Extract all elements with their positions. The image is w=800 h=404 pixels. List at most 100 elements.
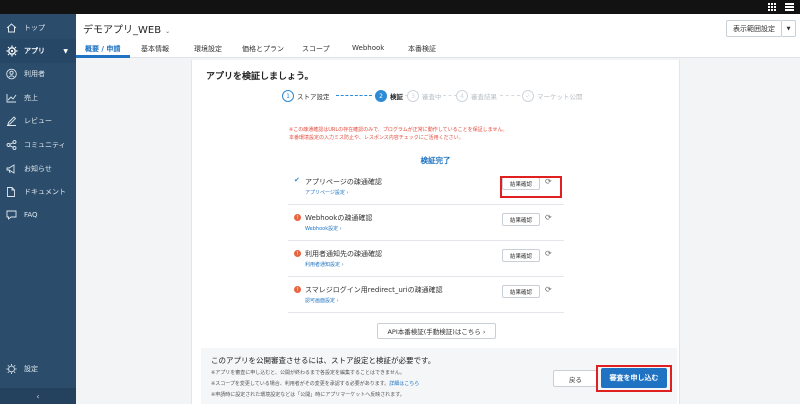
warning-line: 本番環境設定の入力ミス防止や、レスポンス内容チェックにご活用ください。 — [289, 135, 464, 141]
tab-environment[interactable]: 環境設定 — [194, 44, 222, 54]
sidebar-item-label: 利用者 — [24, 70, 45, 78]
tab-production-verification[interactable]: 本番検証 — [408, 44, 436, 54]
page-title[interactable]: デモアプリ_WEB ⌄ — [83, 21, 170, 36]
step-market-publish: ✓ マーケット公開 — [522, 88, 583, 104]
check-row-user-notification: ! 利用者通知先の疎通確認 利用者通知設定 › 結果確認 ⟳ — [288, 241, 564, 277]
sidebar-item-top[interactable]: トップ — [0, 18, 76, 38]
footer-note-text: ※スコープを変更している場合、利用者がその変更を承認する必要があります。 — [211, 381, 390, 387]
tab-basic-info[interactable]: 基本情報 — [141, 44, 169, 54]
check-row-webhook: ! Webhookの疎通確認 Webhook設定 › 結果確認 ⟳ — [288, 205, 564, 241]
gear-icon — [6, 363, 17, 375]
tab-scope[interactable]: スコープ — [302, 44, 330, 54]
scope-dropdown-toggle[interactable]: ▼ — [782, 20, 796, 37]
app-header: デモアプリ_WEB ⌄ 表示範囲設定 ▼ 概要 / 申請 基本情報 環境設定 価格… — [76, 14, 800, 58]
details-link[interactable]: 詳細はこちら — [389, 381, 419, 387]
scope-settings-button[interactable]: 表示範囲設定 — [726, 20, 782, 37]
user-icon — [6, 68, 17, 80]
warning-line: ※この疎通確認はURLの存在確認のみで、プログラムが正常に動作していることを保証… — [289, 127, 508, 133]
refresh-icon[interactable]: ⟳ — [545, 213, 552, 222]
sidebar-item-label: FAQ — [24, 211, 38, 219]
check-settings-link[interactable]: アプリページ設定 › — [305, 189, 349, 196]
check-name: Webhookの疎通確認 — [305, 214, 373, 222]
sidebar-item-community[interactable]: コミュニティ — [0, 135, 76, 155]
check-ok-icon: ✔ — [294, 176, 300, 184]
step-label: マーケット公開 — [537, 93, 583, 101]
sidebar-item-faq[interactable]: FAQ — [0, 205, 76, 225]
check-name: 利用者通知先の疎通確認 — [305, 250, 382, 258]
step-connector — [443, 95, 457, 96]
footer-message: このアプリを公開審査させるには、ストア設定と検証が必要です。 — [211, 356, 436, 365]
step-number: 4 — [456, 90, 468, 102]
refresh-icon[interactable]: ⟳ — [545, 285, 552, 294]
footer-note: ※申請時に設定された環境設定などは「公開」時にアプリマーケットへ反映されます。 — [211, 392, 405, 398]
progress-stepper: 1 ストア設定 2 検証 3 審査中 4 審査結果 ✓ マーケット公開 — [282, 88, 682, 104]
refresh-icon[interactable]: ⟳ — [545, 249, 552, 258]
sidebar-item-label: アプリ — [24, 47, 45, 55]
sidebar-item-docs[interactable]: ドキュメント — [0, 182, 76, 202]
document-icon — [7, 187, 15, 197]
sidebar-item-label: コミュニティ — [24, 141, 66, 149]
sidebar-collapse-button[interactable]: ‹ — [0, 388, 76, 404]
top-bar — [0, 0, 800, 14]
check-name: アプリページの疎通確認 — [305, 178, 382, 186]
step-number: ✓ — [522, 90, 534, 102]
sidebar-item-label: 設定 — [24, 365, 38, 373]
sidebar-item-users[interactable]: 利用者 — [0, 64, 76, 84]
check-error-icon: ! — [294, 250, 301, 257]
chevron-down-icon: ⌄ — [165, 28, 171, 35]
active-tab-indicator — [76, 55, 130, 58]
step-label: 審査中 — [422, 93, 442, 101]
megaphone-icon — [6, 164, 15, 174]
step-number: 3 — [407, 90, 419, 102]
result-check-button[interactable]: 結果確認 — [502, 249, 540, 262]
step-label: 検証 — [390, 93, 403, 101]
card-title: アプリを検証しましょう。 — [206, 72, 314, 82]
back-button[interactable]: 戻る — [553, 370, 598, 387]
verification-complete-label: 検証完了 — [420, 156, 451, 165]
sidebar-item-review[interactable]: レビュー — [0, 111, 76, 131]
step-under-review: 3 審査中 — [407, 88, 442, 104]
sidebar: トップ アプリ ▼ 利用者 売上 レビュー コミュニティ お知らせ ドキュメント… — [0, 14, 76, 404]
step-review-result: 4 審査結果 — [456, 88, 497, 104]
chart-icon — [6, 94, 17, 103]
check-row-redirect-uri: ! スマレジログイン用redirect_uriの疎通確認 認可画面設定 › 結果… — [288, 277, 564, 313]
share-icon — [6, 140, 17, 150]
home-icon — [6, 23, 17, 33]
check-error-icon: ! — [294, 214, 301, 221]
sidebar-item-news[interactable]: お知らせ — [0, 159, 76, 179]
api-production-verification-button[interactable]: API本番検証(手動検証)はこちら › — [377, 323, 496, 339]
footer-note: ※アプリを審査に申し込むと、公開が終わるまで各設定を編集することはできません。 — [211, 370, 405, 376]
footer-note: ※スコープを変更している場合、利用者がその変更を承認する必要があります。詳細はこ… — [211, 380, 419, 387]
sidebar-item-settings[interactable]: 設定 — [0, 359, 76, 379]
faq-icon — [6, 210, 17, 220]
sidebar-item-label: レビュー — [24, 117, 52, 125]
check-settings-link[interactable]: Webhook設定 › — [305, 225, 342, 232]
step-label: ストア設定 — [297, 93, 330, 101]
tab-pricing[interactable]: 価格とプラン — [242, 44, 284, 54]
step-label: 審査結果 — [471, 93, 497, 101]
sidebar-item-app[interactable]: アプリ ▼ — [0, 39, 76, 63]
check-settings-link[interactable]: 認可画面設定 › — [305, 297, 339, 304]
highlight-box-submit — [596, 365, 672, 392]
check-settings-link[interactable]: 利用者通知設定 › — [305, 261, 344, 268]
app-grid-icon[interactable] — [768, 3, 776, 11]
step-connector — [336, 95, 372, 96]
app-title-text: デモアプリ_WEB — [83, 25, 162, 36]
check-error-icon: ! — [294, 286, 301, 293]
sidebar-item-sales[interactable]: 売上 — [0, 88, 76, 108]
highlight-box-result-check — [500, 176, 562, 198]
step-connector — [500, 95, 520, 96]
sidebar-item-label: ドキュメント — [24, 188, 66, 196]
tab-overview[interactable]: 概要 / 申請 — [85, 44, 120, 54]
step-number: 2 — [375, 90, 387, 102]
result-check-button[interactable]: 結果確認 — [502, 213, 540, 226]
sidebar-item-label: お知らせ — [24, 165, 52, 173]
verification-warning: ※この疎通確認はURLの存在確認のみで、プログラムが正常に動作していることを保証… — [289, 126, 507, 142]
result-check-button[interactable]: 結果確認 — [502, 285, 540, 298]
tab-webhook[interactable]: Webhook — [352, 44, 384, 52]
sidebar-item-label: トップ — [24, 24, 45, 32]
pencil-icon — [7, 116, 17, 126]
menu-icon[interactable] — [785, 3, 794, 11]
gear-icon — [6, 45, 18, 57]
step-store-settings: 1 ストア設定 — [282, 88, 330, 104]
